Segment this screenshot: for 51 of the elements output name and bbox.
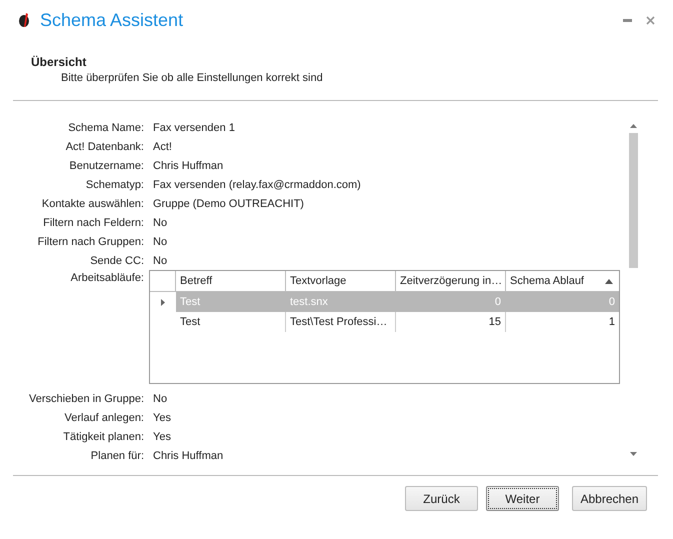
minimize-icon[interactable] [623, 18, 632, 22]
table-cell: Test [176, 312, 286, 332]
field-label: Schema Name: [67, 122, 144, 134]
field-value: No [153, 236, 168, 248]
dialog-button[interactable]: Weiter [486, 486, 559, 511]
table-cell: test.snx [286, 292, 396, 312]
row-pointer-icon [161, 298, 165, 306]
window-title: Schema Assistent [40, 10, 184, 30]
field-value: No [153, 254, 168, 266]
field-label: Filtern nach Gruppen: [36, 236, 144, 248]
field-label: Tätigkeit planen: [62, 430, 144, 442]
scroll-down-icon[interactable] [630, 452, 637, 456]
field-label: Arbeitsabläufe: [70, 272, 144, 284]
field-value: No [153, 392, 168, 404]
field-value: Yes [153, 412, 171, 424]
scroll-up-icon[interactable] [630, 124, 637, 128]
column-header[interactable]: Zeitverzögerung in… [396, 271, 506, 292]
dialog-button[interactable]: Zurück [405, 486, 478, 511]
section-subtitle: Bitte überprüfen Sie ob alle Einstellungen korrekt sind [60, 72, 324, 84]
field-label: Kontakte auswählen: [40, 198, 144, 210]
field-label: Filtern nach Feldern: [42, 216, 144, 228]
field-label: Verlauf anlegen: [63, 412, 144, 424]
field-label: Planen für: [90, 450, 144, 460]
field-value: Chris Huffman [153, 160, 224, 172]
field-label: Schematyp: [84, 178, 144, 190]
table-cell: Test [176, 292, 286, 312]
field-value: Fax versenden (relay.fax@crmaddon.com) [153, 178, 361, 190]
app-logo-icon [18, 12, 32, 28]
field-value: Gruppe (Demo OUTREACHIT) [153, 198, 304, 210]
table-cell: 15 [396, 312, 506, 332]
scrollbar-thumb[interactable] [629, 133, 638, 268]
field-label: Act! Datenbank: [64, 140, 144, 152]
table-cell-text: 1 [608, 315, 616, 330]
column-header[interactable]: Textvorlage [286, 271, 396, 292]
section-title: Übersicht [31, 55, 88, 69]
field-value: Act! [153, 140, 172, 152]
field-label: Verschieben in Gruppe: [28, 392, 144, 404]
close-icon[interactable] [646, 16, 655, 24]
table-cell: Test\Test Professi… [286, 312, 396, 332]
table-cell: 0 [396, 292, 506, 312]
header-corner-cell [150, 271, 176, 292]
table-row[interactable]: Test Test\Test Professi… 15 1 [150, 312, 619, 332]
column-header[interactable]: Betreff [176, 271, 286, 292]
field-label: Sende CC: [89, 254, 144, 266]
field-value: Fax versenden 1 [153, 122, 235, 134]
field-value: Chris Huffman [153, 450, 224, 460]
field-value: Yes [153, 430, 171, 442]
table-cell: 0 [506, 292, 619, 312]
field-label: Benutzername: [68, 160, 144, 172]
field-value: No [153, 216, 168, 228]
dialog-button[interactable]: Abbrechen [572, 486, 647, 511]
